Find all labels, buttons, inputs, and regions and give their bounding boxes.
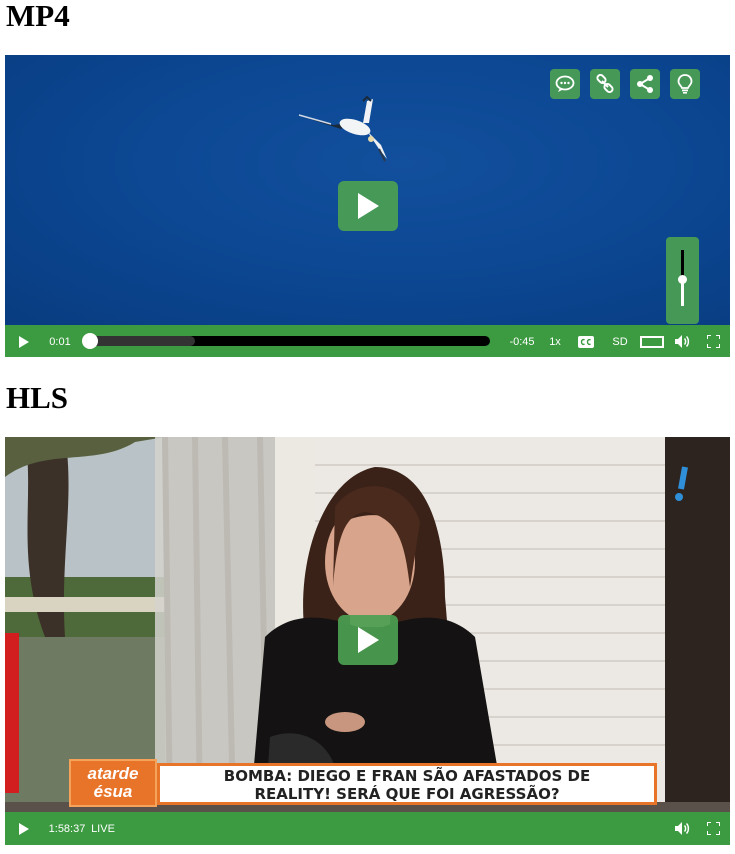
speed-button[interactable]: 1x bbox=[545, 325, 565, 357]
mp4-heading: MP4 bbox=[6, 0, 70, 33]
mp4-control-bar: 0:01 -0:45 1x SD bbox=[5, 325, 730, 357]
mp4-video-frame[interactable] bbox=[5, 55, 730, 325]
fullscreen-icon bbox=[706, 335, 720, 348]
closed-captions-icon bbox=[578, 335, 594, 348]
live-badge: LIVE bbox=[91, 822, 115, 835]
play-icon bbox=[358, 193, 379, 219]
hls-big-play-button[interactable] bbox=[338, 615, 398, 665]
link-icon bbox=[596, 74, 614, 94]
hls-heading: HLS bbox=[6, 380, 69, 415]
hls-mute-button[interactable] bbox=[673, 812, 691, 845]
current-time: 0:01 bbox=[49, 335, 71, 348]
hls-control-bar: 1:58:37 LIVE bbox=[5, 812, 730, 845]
comment-button[interactable] bbox=[550, 69, 580, 99]
captions-button[interactable] bbox=[577, 325, 595, 357]
hls-video-frame[interactable]: atarde ésua BOMBA: DIEGO E FRAN SÃO AFAS… bbox=[5, 437, 730, 812]
volume-slider-knob[interactable] bbox=[678, 275, 687, 284]
share-icon bbox=[637, 75, 653, 93]
hls-player[interactable]: atarde ésua BOMBA: DIEGO E FRAN SÃO AFAS… bbox=[5, 437, 730, 845]
mp4-big-play-button[interactable] bbox=[338, 181, 398, 231]
hls-play-button[interactable] bbox=[13, 812, 33, 845]
fullscreen-button[interactable] bbox=[704, 325, 722, 357]
headline-line1: BOMBA: DIEGO E FRAN SÃO AFASTADOS DE bbox=[223, 767, 591, 785]
mute-button[interactable] bbox=[673, 325, 691, 357]
quality-button[interactable]: SD bbox=[609, 325, 631, 357]
hls-fullscreen-button[interactable] bbox=[704, 812, 722, 845]
theater-mode-icon bbox=[640, 335, 664, 348]
mp4-player[interactable]: 0:01 -0:45 1x SD bbox=[5, 55, 730, 357]
progress-knob[interactable] bbox=[82, 333, 98, 349]
play-icon bbox=[18, 822, 29, 835]
progress-bar[interactable] bbox=[82, 333, 490, 349]
lightbulb-button[interactable] bbox=[670, 69, 700, 99]
headline-banner: BOMBA: DIEGO E FRAN SÃO AFASTADOS DE REA… bbox=[157, 763, 657, 805]
volume-icon bbox=[674, 335, 689, 348]
lightbulb-icon bbox=[677, 74, 693, 94]
headline-line2: REALITY! SERÁ QUE FOI AGRESSÃO? bbox=[254, 785, 560, 803]
mp4-play-button[interactable] bbox=[13, 325, 33, 357]
hls-current-time: 1:58:37 bbox=[48, 822, 86, 835]
show-logo-line1: atarde bbox=[87, 764, 139, 783]
share-button[interactable] bbox=[630, 69, 660, 99]
show-logo: atarde ésua bbox=[69, 759, 157, 807]
volume-slider-popup[interactable] bbox=[666, 237, 699, 324]
play-icon bbox=[358, 627, 379, 653]
link-button[interactable] bbox=[590, 69, 620, 99]
progress-buffered bbox=[85, 336, 195, 346]
fullscreen-icon bbox=[706, 822, 720, 835]
bird-image bbox=[297, 95, 387, 162]
theater-mode-button[interactable] bbox=[639, 325, 665, 357]
show-logo-line2: ésua bbox=[93, 782, 133, 801]
play-icon bbox=[18, 335, 29, 348]
remaining-time: -0:45 bbox=[509, 335, 535, 348]
comment-icon bbox=[555, 75, 575, 92]
volume-icon bbox=[674, 822, 689, 835]
